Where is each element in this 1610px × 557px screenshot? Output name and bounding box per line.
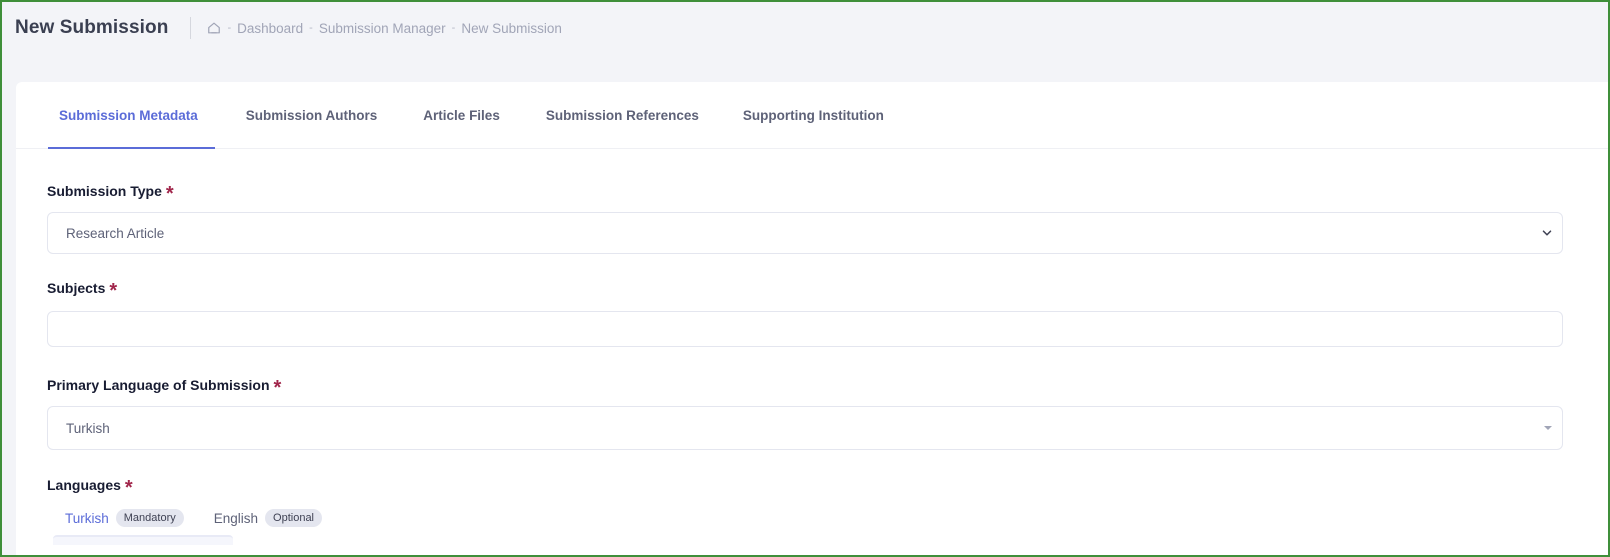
chevron-down-icon xyxy=(1542,230,1552,236)
caret-down-icon xyxy=(1544,426,1552,430)
home-icon[interactable] xyxy=(207,21,221,35)
breadcrumb-separator: - xyxy=(227,22,232,34)
languages-label: Languages * xyxy=(47,477,133,499)
required-mark: * xyxy=(273,377,282,399)
subjects-label: Subjects * xyxy=(47,280,118,302)
subjects-input[interactable] xyxy=(47,311,1563,347)
tab-article-files[interactable]: Article Files xyxy=(406,82,517,148)
tab-submission-authors[interactable]: Submission Authors xyxy=(229,82,395,148)
metadata-form: Submission Type * Research Article Subje… xyxy=(16,183,1608,527)
submission-type-select[interactable]: Research Article xyxy=(47,212,1563,254)
breadcrumb-dashboard[interactable]: Dashboard xyxy=(237,21,303,36)
optional-badge: Optional xyxy=(265,509,323,527)
required-mark: * xyxy=(165,183,174,205)
required-mark: * xyxy=(109,280,118,302)
language-name: Turkish xyxy=(65,510,109,526)
breadcrumb: - Dashboard - Submission Manager - New S… xyxy=(207,20,562,36)
submission-type-value: Research Article xyxy=(66,225,165,241)
language-tab-english[interactable]: English Optional xyxy=(213,509,323,527)
language-tab-indicator xyxy=(53,535,233,545)
title-divider xyxy=(190,17,192,39)
submission-type-label: Submission Type * xyxy=(47,183,174,205)
primary-language-select[interactable]: Turkish xyxy=(47,406,1563,450)
primary-language-label: Primary Language of Submission * xyxy=(47,377,282,399)
tab-bar: Submission Metadata Submission Authors A… xyxy=(16,82,1608,149)
submission-card: Submission Metadata Submission Authors A… xyxy=(16,82,1608,555)
mandatory-badge: Mandatory xyxy=(115,509,184,527)
tab-submission-metadata[interactable]: Submission Metadata xyxy=(42,82,215,149)
language-tabs: Turkish Mandatory English Optional xyxy=(65,509,1608,527)
language-tab-turkish[interactable]: Turkish Mandatory xyxy=(65,509,184,527)
primary-language-value: Turkish xyxy=(66,420,110,436)
required-mark: * xyxy=(124,477,133,499)
top-bar: New Submission - Dashboard - Submission … xyxy=(2,2,1608,54)
tab-supporting-institution[interactable]: Supporting Institution xyxy=(726,82,901,148)
page-title: New Submission xyxy=(15,17,169,38)
breadcrumb-separator: - xyxy=(309,22,313,34)
breadcrumb-new-submission: New Submission xyxy=(461,20,562,36)
breadcrumb-separator: - xyxy=(451,22,456,34)
app-frame: New Submission - Dashboard - Submission … xyxy=(0,0,1610,557)
language-name: English xyxy=(213,510,259,526)
tab-submission-references[interactable]: Submission References xyxy=(529,82,716,148)
breadcrumb-submission-manager[interactable]: Submission Manager xyxy=(319,21,446,36)
